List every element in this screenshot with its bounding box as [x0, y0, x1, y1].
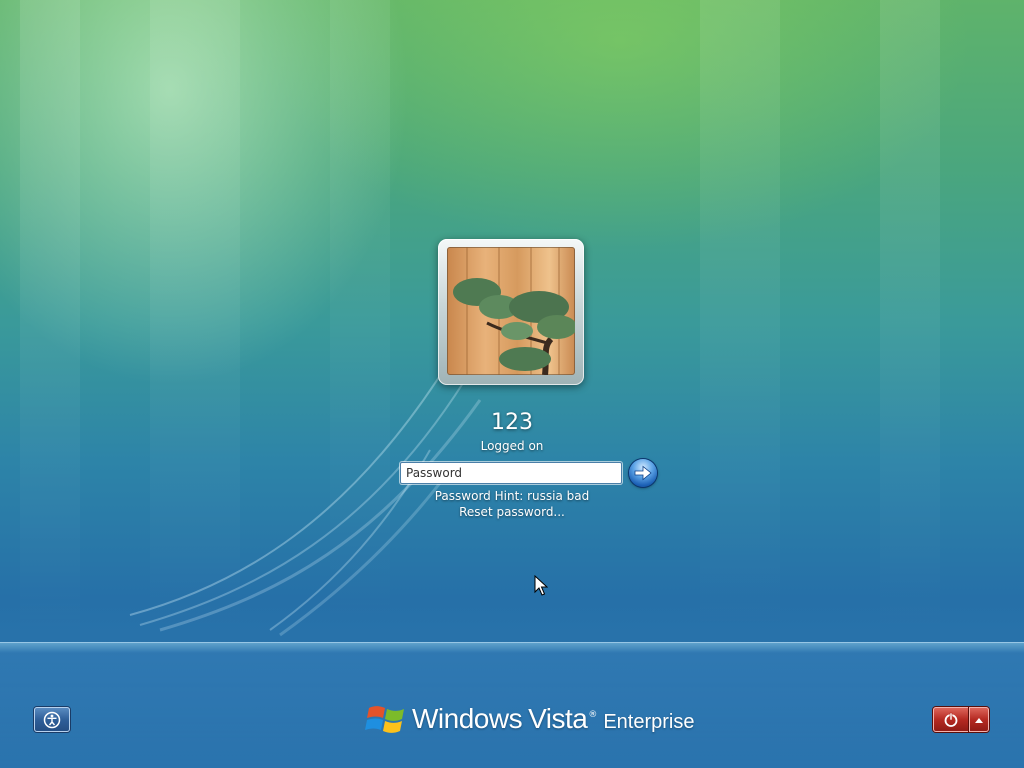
password-input[interactable]: [400, 462, 622, 484]
shut-down-options-button[interactable]: [969, 707, 989, 732]
light-streak: [700, 0, 780, 640]
windows-vista-branding: Windows Vista ® Enterprise: [364, 696, 695, 742]
user-name: 123: [491, 410, 533, 435]
triangle-up-icon: [975, 717, 983, 723]
light-streak: [20, 0, 80, 640]
user-picture: [447, 247, 575, 375]
reset-password-link[interactable]: Reset password...: [412, 505, 612, 519]
shut-down-button[interactable]: [933, 707, 969, 732]
brand-trademark: ®: [588, 710, 598, 720]
password-hint: Password Hint: russia bad: [434, 489, 590, 503]
windows-flag-icon: [365, 706, 404, 733]
user-status: Logged on: [480, 439, 544, 453]
ease-of-access-icon: [43, 711, 61, 728]
light-streak: [880, 0, 940, 640]
brand-vista: Vista: [528, 703, 588, 734]
brand-windows: Windows: [412, 703, 523, 734]
ease-of-access-button[interactable]: [34, 707, 70, 732]
submit-button[interactable]: [629, 459, 657, 487]
bonsai-picture: [453, 247, 575, 375]
brand-edition: Enterprise: [603, 710, 695, 733]
arrow-right-icon: [634, 465, 652, 481]
power-icon: [944, 712, 958, 727]
mouse-cursor-icon: [534, 575, 548, 596]
